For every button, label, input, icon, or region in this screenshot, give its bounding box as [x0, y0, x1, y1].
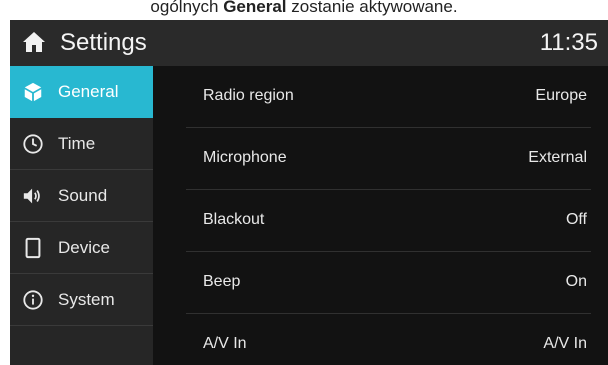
device-screen: Settings 11:35 General Time Sound Device… — [10, 20, 608, 365]
clock: 11:35 — [539, 29, 598, 56]
setting-row-av-in[interactable]: A/V In A/V In — [186, 314, 591, 365]
setting-row-blackout[interactable]: Blackout Off — [186, 190, 591, 252]
box-icon — [24, 82, 42, 102]
home-icon[interactable] — [22, 30, 46, 54]
setting-value: On — [565, 273, 587, 290]
info-icon — [23, 290, 43, 310]
speaker-icon — [23, 188, 40, 204]
sidebar-item-system[interactable]: System — [10, 274, 153, 326]
device-icon — [25, 237, 41, 259]
caption-prefix: ogólnych — [150, 0, 224, 16]
manual-caption: ogólnych General zostanie aktywowane. — [0, 0, 608, 20]
sidebar-item-label: System — [58, 290, 115, 309]
caption-suffix: zostanie aktywowane. — [286, 0, 458, 16]
setting-row-beep[interactable]: Beep On — [186, 252, 591, 314]
sidebar-item-label: Time — [58, 134, 96, 153]
setting-value: A/V In — [543, 335, 587, 352]
clock-icon — [23, 134, 43, 154]
sidebar-item-label: General — [58, 82, 119, 101]
setting-label: Beep — [203, 273, 241, 290]
sidebar-item-time[interactable]: Time — [10, 118, 153, 170]
setting-value: Europe — [535, 87, 587, 104]
sidebar-item-general[interactable]: General — [10, 66, 153, 118]
setting-value: Off — [565, 211, 587, 228]
caption-bold: General — [223, 0, 287, 16]
sidebar-item-device[interactable]: Device — [10, 222, 153, 274]
setting-label: A/V In — [203, 335, 247, 352]
setting-label: Radio region — [203, 87, 294, 104]
sidebar: General Time Sound Device System — [10, 66, 153, 365]
setting-label: Blackout — [203, 211, 265, 228]
setting-row-microphone[interactable]: Microphone External — [186, 128, 591, 190]
header-bar: Settings 11:35 — [10, 20, 608, 66]
setting-label: Microphone — [203, 149, 287, 166]
sidebar-item-label: Device — [58, 238, 110, 257]
setting-row-radio-region[interactable]: Radio region Europe — [186, 66, 591, 128]
settings-list: Radio region Europe Microphone External … — [153, 66, 608, 365]
setting-value: External — [528, 149, 587, 166]
sidebar-item-sound[interactable]: Sound — [10, 170, 153, 222]
page-title: Settings — [60, 29, 147, 56]
sidebar-item-label: Sound — [58, 186, 108, 205]
